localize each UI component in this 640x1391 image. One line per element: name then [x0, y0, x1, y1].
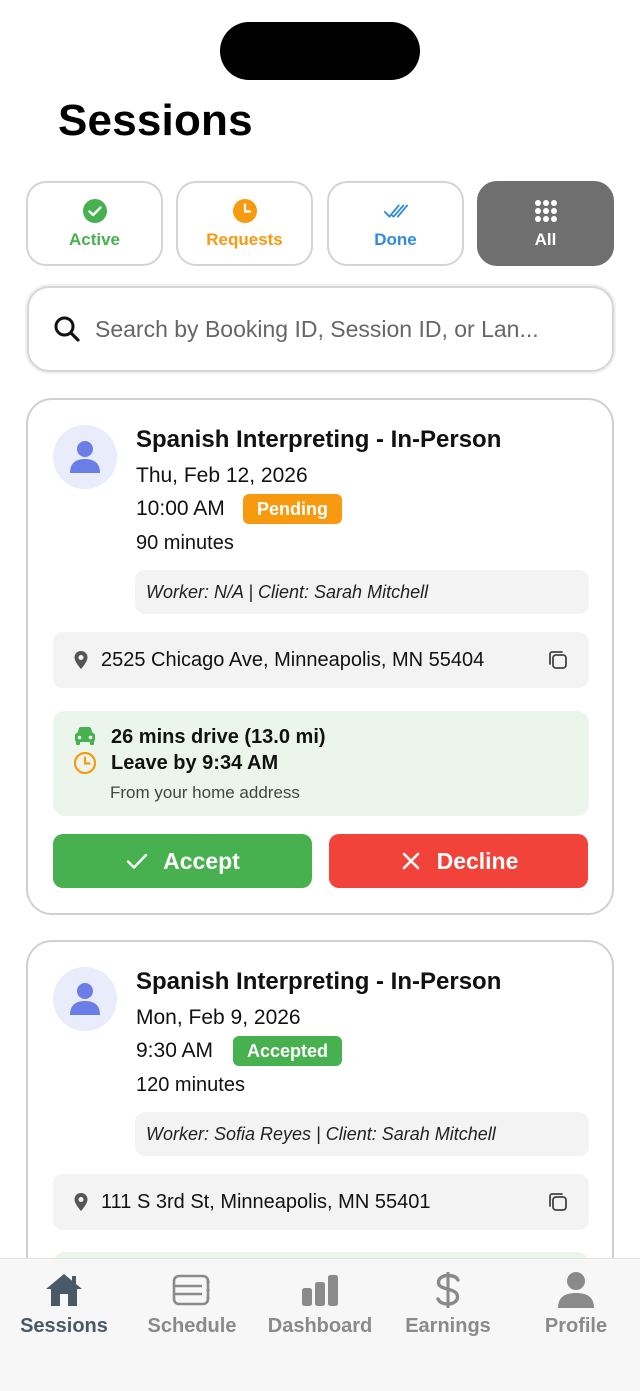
clock-icon — [232, 198, 258, 224]
session-card[interactable]: Spanish Interpreting - In-Person Thu, Fe… — [26, 398, 614, 915]
session-duration: 90 minutes — [136, 532, 234, 554]
tab-dashboard[interactable]: Dashboard — [256, 1271, 384, 1343]
tab-label: Earnings — [405, 1315, 491, 1337]
grid-icon — [533, 198, 559, 224]
drive-info: 26 mins drive (13.0 mi) Leave by 9:34 AM… — [53, 711, 589, 816]
location-pin-icon — [71, 650, 91, 670]
filter-tabs: Active Requests Done All — [26, 181, 614, 266]
double-check-icon — [383, 198, 409, 224]
search-bar — [27, 286, 614, 372]
tab-earnings[interactable]: Earnings — [384, 1271, 512, 1343]
checkmark-icon — [125, 849, 149, 873]
search-input[interactable] — [95, 315, 585, 343]
close-icon — [399, 849, 423, 873]
sessions-screen: Sessions Active Requests Done All Search… — [0, 0, 640, 1391]
avatar — [53, 425, 117, 489]
filter-tab-done[interactable]: Done — [327, 181, 464, 266]
status-badge: Pending — [243, 494, 342, 524]
bar-chart-icon — [300, 1271, 340, 1309]
copy-icon[interactable] — [547, 649, 569, 671]
dynamic-island — [220, 22, 420, 80]
address-text: 111 S 3rd St, Minneapolis, MN 55401 — [101, 1190, 431, 1213]
tab-label: Dashboard — [267, 1315, 373, 1337]
worker-client-info: Worker: N/A | Client: Sarah Mitchell — [135, 570, 589, 614]
bottom-tab-bar: Sessions Schedule Dashboard Earnings Pro… — [0, 1258, 640, 1391]
accept-button[interactable]: Accept — [53, 834, 312, 888]
tab-label: Sessions — [20, 1315, 108, 1337]
address-text: 2525 Chicago Ave, Minneapolis, MN 55404 — [101, 648, 485, 671]
page-title: Sessions — [58, 96, 253, 145]
car-icon — [73, 725, 97, 749]
home-icon — [44, 1271, 84, 1309]
dollar-icon — [428, 1271, 468, 1309]
session-title: Spanish Interpreting - In-Person — [136, 426, 502, 453]
filter-tab-label: Active — [68, 229, 121, 249]
worker-client-info: Worker: Sofia Reyes | Client: Sarah Mitc… — [135, 1112, 589, 1156]
tab-label: Profile — [544, 1315, 608, 1337]
drive-duration: 26 mins drive (13.0 mi) — [111, 725, 326, 748]
filter-tab-label: Done — [374, 229, 417, 249]
accept-label: Accept — [163, 847, 240, 874]
decline-button[interactable]: Decline — [329, 834, 588, 888]
person-icon — [70, 983, 100, 1015]
status-badge: Accepted — [233, 1036, 343, 1066]
search-icon — [53, 315, 81, 343]
leave-by-time: Leave by 9:34 AM — [111, 751, 279, 774]
session-date: Mon, Feb 9, 2026 — [136, 1006, 301, 1029]
filter-tab-label: All — [534, 229, 557, 249]
address-row: 2525 Chicago Ave, Minneapolis, MN 55404 — [53, 632, 589, 688]
filter-tab-label: Requests — [206, 229, 283, 249]
drive-note: From your home address — [110, 783, 300, 802]
person-icon — [70, 441, 100, 473]
session-title: Spanish Interpreting - In-Person — [136, 968, 502, 995]
tab-profile[interactable]: Profile — [512, 1271, 640, 1343]
session-time: 10:00 AM — [136, 497, 225, 520]
session-duration: 120 minutes — [136, 1074, 245, 1096]
decline-label: Decline — [436, 847, 519, 874]
session-date: Thu, Feb 12, 2026 — [136, 464, 308, 487]
filter-tab-active[interactable]: Active — [26, 181, 163, 266]
tab-label: Schedule — [147, 1315, 237, 1337]
person-icon — [556, 1271, 596, 1309]
check-circle-icon — [82, 198, 108, 224]
session-time: 9:30 AM — [136, 1039, 214, 1062]
address-row: 111 S 3rd St, Minneapolis, MN 55401 — [53, 1174, 589, 1230]
copy-icon[interactable] — [547, 1191, 569, 1213]
clock-icon — [73, 751, 97, 775]
tab-schedule[interactable]: Schedule — [128, 1271, 256, 1343]
schedule-icon — [172, 1271, 212, 1309]
avatar — [53, 967, 117, 1031]
filter-tab-all[interactable]: All — [477, 181, 614, 266]
filter-tab-requests[interactable]: Requests — [176, 181, 313, 266]
location-pin-icon — [71, 1192, 91, 1212]
tab-sessions[interactable]: Sessions — [0, 1271, 128, 1343]
